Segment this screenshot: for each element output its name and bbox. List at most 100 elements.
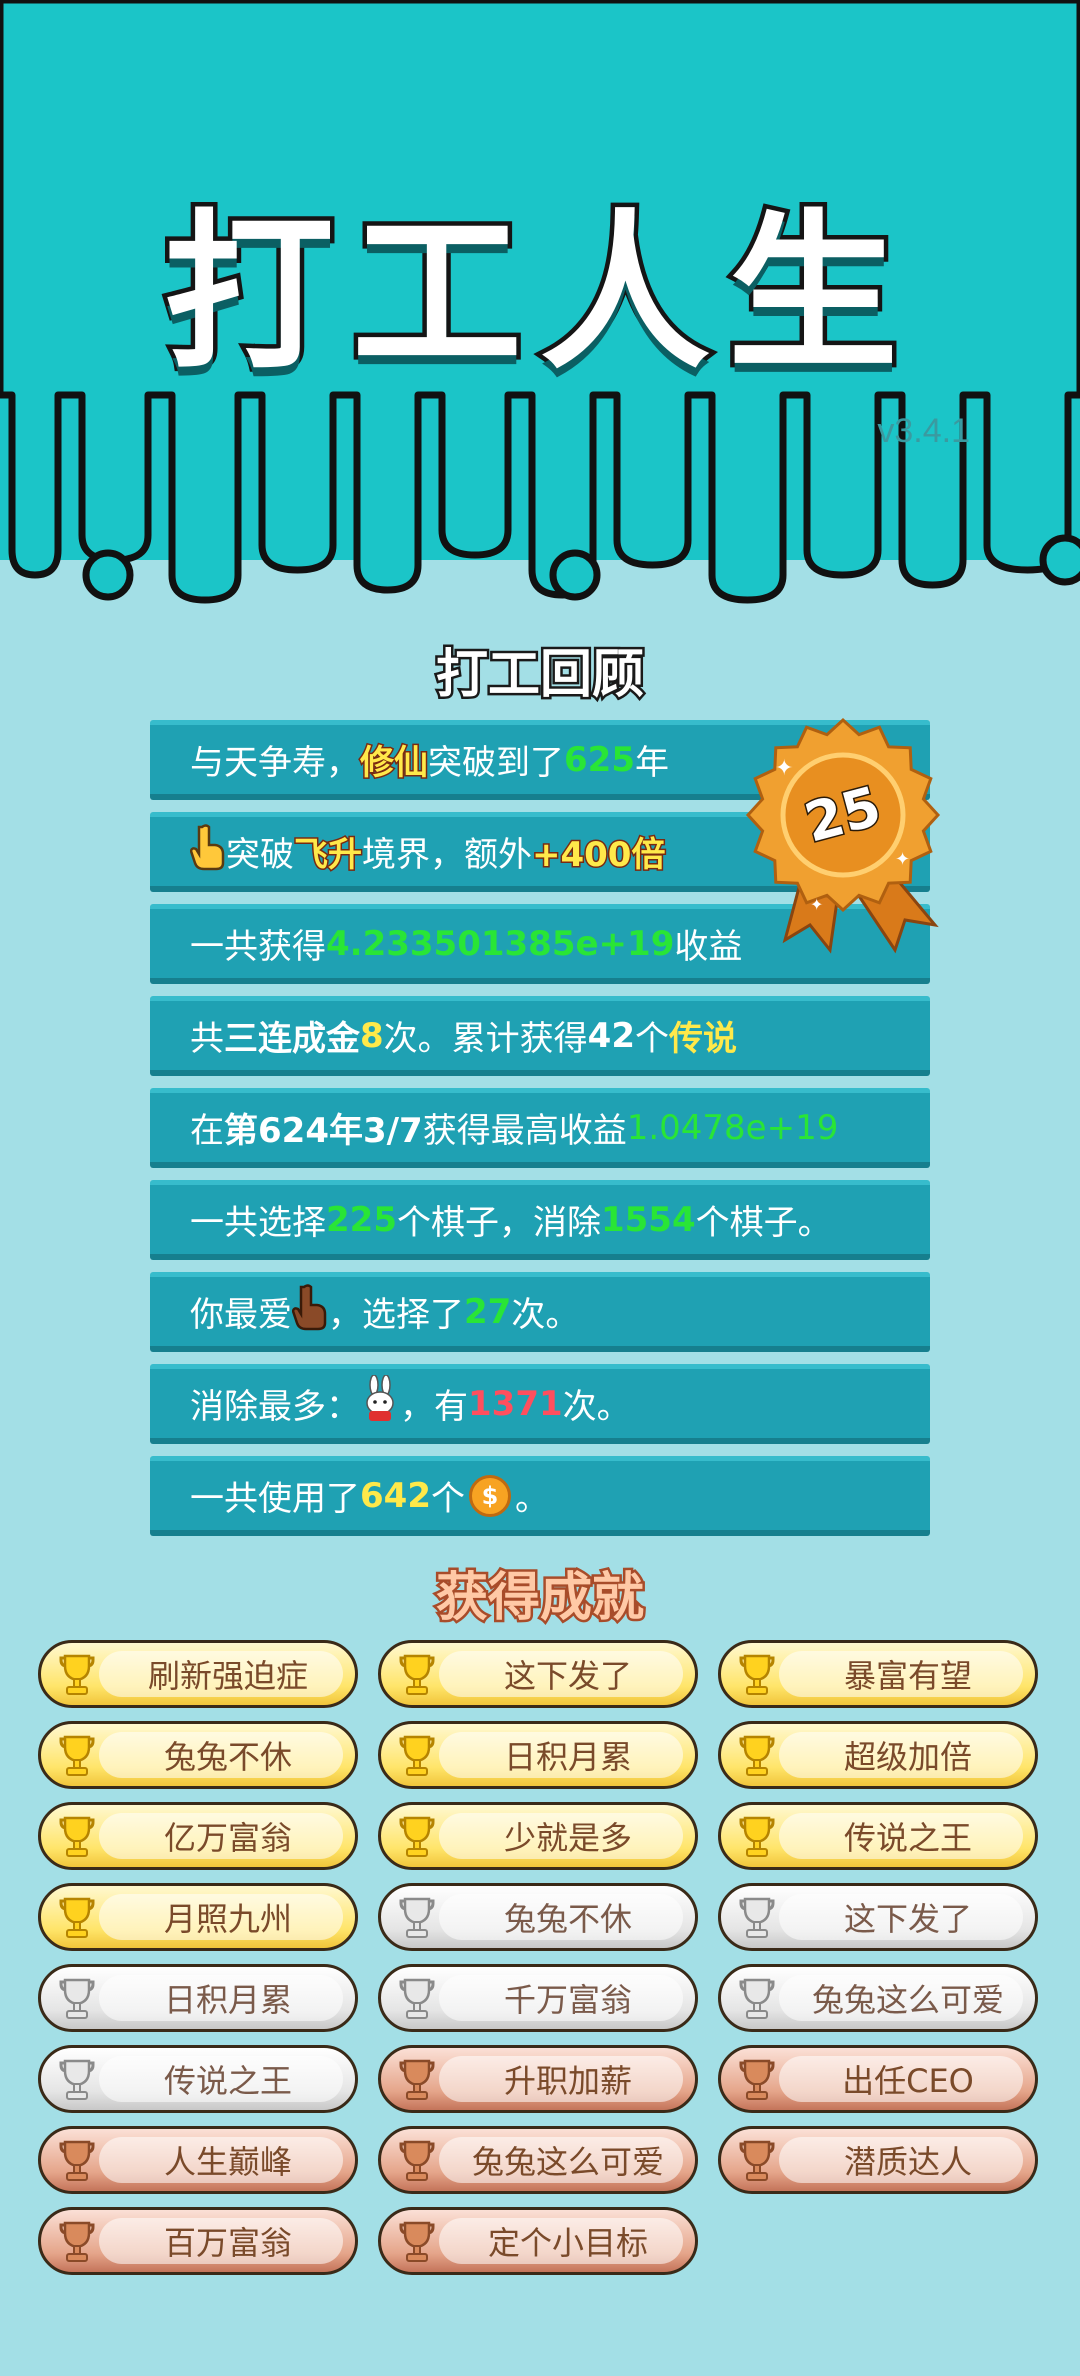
achievement-item[interactable]: 兔兔这么可爱 [378,2126,698,2194]
achievement-label: 少就是多 [503,1819,632,1857]
achievement-label: 升职加薪 [503,2062,632,2100]
stat-row-pieces: 一共选择 225 个棋子，消除 1554 个棋子。 [150,1180,930,1260]
achievement-item[interactable]: 千万富翁 [378,1964,698,2032]
achievement-item[interactable]: 百万富翁 [38,2207,358,2275]
trophy-icon [739,1897,775,1938]
stat-text: 你最爱 [190,1295,292,1335]
trophy-icon [399,1654,435,1695]
stat-highlight: 飞升 [293,834,364,877]
trophy-icon [739,2059,775,2100]
achievement-label: 日积月累 [503,1738,632,1776]
stat-value: 225 [326,1199,397,1240]
achievement-item[interactable]: 日积月累 [38,1964,358,2032]
stat-text: 。 [514,1479,549,1519]
stat-value: +400倍 [530,834,666,877]
achievement-item[interactable]: 定个小目标 [378,2207,698,2275]
achievement-label: 传说之王 [163,2062,292,2100]
stat-text: 次。 [562,1387,631,1427]
trophy-icon [399,2059,435,2100]
stat-text: 消除最多： [190,1387,360,1427]
trophy-icon [399,2140,435,2181]
trophy-icon [399,1735,435,1776]
achievement-label: 亿万富翁 [163,1819,292,1857]
achievement-item[interactable]: 传说之王 [38,2045,358,2113]
trophy-icon [399,1816,435,1857]
stat-text: 个棋子，消除 [396,1203,601,1243]
rabbit-icon [360,1373,400,1433]
stat-row-favorite: 你最爱 ，选择了 27 次。 [150,1272,930,1352]
brown-pointing-hand-icon [291,1283,328,1341]
version-label: v3.4.1 [877,412,970,450]
stat-text: 与天争寿， [190,743,360,783]
stat-highlight: 第624年3/7 [224,1111,423,1151]
achievement-label: 月照九州 [163,1900,292,1938]
stat-value: 1371 [468,1383,563,1424]
stat-text: 次。 [511,1295,580,1335]
stat-text: 收益 [674,927,743,967]
trophy-icon [399,1897,435,1938]
stat-value: 625 [564,739,635,780]
achievement-item[interactable]: 兔兔不休 [378,1883,698,1951]
trophy-icon [59,1897,95,1938]
achievement-item[interactable]: 日积月累 [378,1721,698,1789]
achievement-label: 千万富翁 [503,1981,632,2019]
trophy-icon [59,2221,95,2262]
achievement-item[interactable]: 这下发了 [718,1883,1038,1951]
achievement-item[interactable]: 传说之王 [718,1802,1038,1870]
stat-text: 个 [635,1019,669,1059]
stat-text: 年 [634,743,669,783]
achievement-item[interactable]: 出任CEO [718,2045,1038,2113]
achievement-item[interactable]: 亿万富翁 [38,1802,358,1870]
stat-row-coins: 一共使用了 642 个 $ 。 [150,1456,930,1536]
stat-text: 突破 [226,835,294,875]
achievement-item[interactable]: 人生巅峰 [38,2126,358,2194]
stat-text: 一共选择 [190,1203,326,1243]
trophy-icon [59,1654,95,1695]
stat-value: 1554 [600,1199,696,1240]
achievement-label: 兔兔不休 [503,1900,632,1938]
stat-value: 4.233501385e+19 [326,923,675,964]
svg-text:✦: ✦ [775,756,793,781]
stat-text: 突破到了 [428,743,564,783]
award-badge: 25 ✦ ✦ ✦ [735,715,970,965]
achievement-item[interactable]: 月照九州 [38,1883,358,1951]
trophy-icon [739,1735,775,1776]
achievement-label: 兔兔这么可爱 [471,2143,664,2181]
stat-text: 个 [430,1479,465,1519]
achievement-item[interactable]: 超级加倍 [718,1721,1038,1789]
trophy-icon [739,1978,775,2019]
stat-value: 27 [464,1291,512,1332]
stat-text: 一共使用了 [190,1479,360,1519]
achievement-item[interactable]: 刷新强迫症 [38,1640,358,1708]
achievement-item[interactable]: 潜质达人 [718,2126,1038,2194]
achievement-item[interactable]: 兔兔不休 [38,1721,358,1789]
stat-text: 境界，额外 [362,835,532,875]
achievement-label: 潜质达人 [843,2143,972,2181]
trophy-icon [739,1654,775,1695]
achievement-item[interactable]: 暴富有望 [718,1640,1038,1708]
stat-text: ，有 [400,1387,468,1427]
achievement-item[interactable]: 少就是多 [378,1802,698,1870]
svg-text:✦: ✦ [895,849,910,870]
achievement-item[interactable]: 升职加薪 [378,2045,698,2113]
game-title: 打工人生 [159,191,916,398]
review-title: 打工回顾 [433,643,646,708]
pointing-hand-icon [189,823,226,881]
achievement-item[interactable]: 兔兔这么可爱 [718,1964,1038,2032]
achievements-title: 获得成就 [433,1566,646,1631]
achievement-label: 兔兔这么可爱 [811,1981,1004,2019]
achievement-label: 超级加倍 [843,1738,972,1776]
stat-text: 共 [190,1019,224,1059]
stat-text: 获得最高收益 [422,1111,627,1151]
stat-row-triple-gold: 共 三连成金 8 次。累计获得 42 个 传说 [150,996,930,1076]
achievement-item[interactable]: 这下发了 [378,1640,698,1708]
stat-row-best-income: 在 第624年3/7 获得最高收益 1.0478e+19 [150,1088,930,1168]
achievement-label: 出任CEO [842,2062,974,2100]
stat-text: 次。累计获得 [383,1019,588,1059]
stat-value: 642 [360,1475,431,1516]
achievement-label: 刷新强迫症 [147,1657,308,1695]
trophy-icon [399,1978,435,2019]
achievements-grid: 刷新强迫症 这下发了 暴富有望 兔兔不休 日积月累 超级加倍 亿万富翁 少就是多 传说之王 月照九… [38,1640,1048,2275]
stat-highlight: 修仙 [359,742,430,785]
achievement-label: 百万富翁 [163,2224,292,2262]
